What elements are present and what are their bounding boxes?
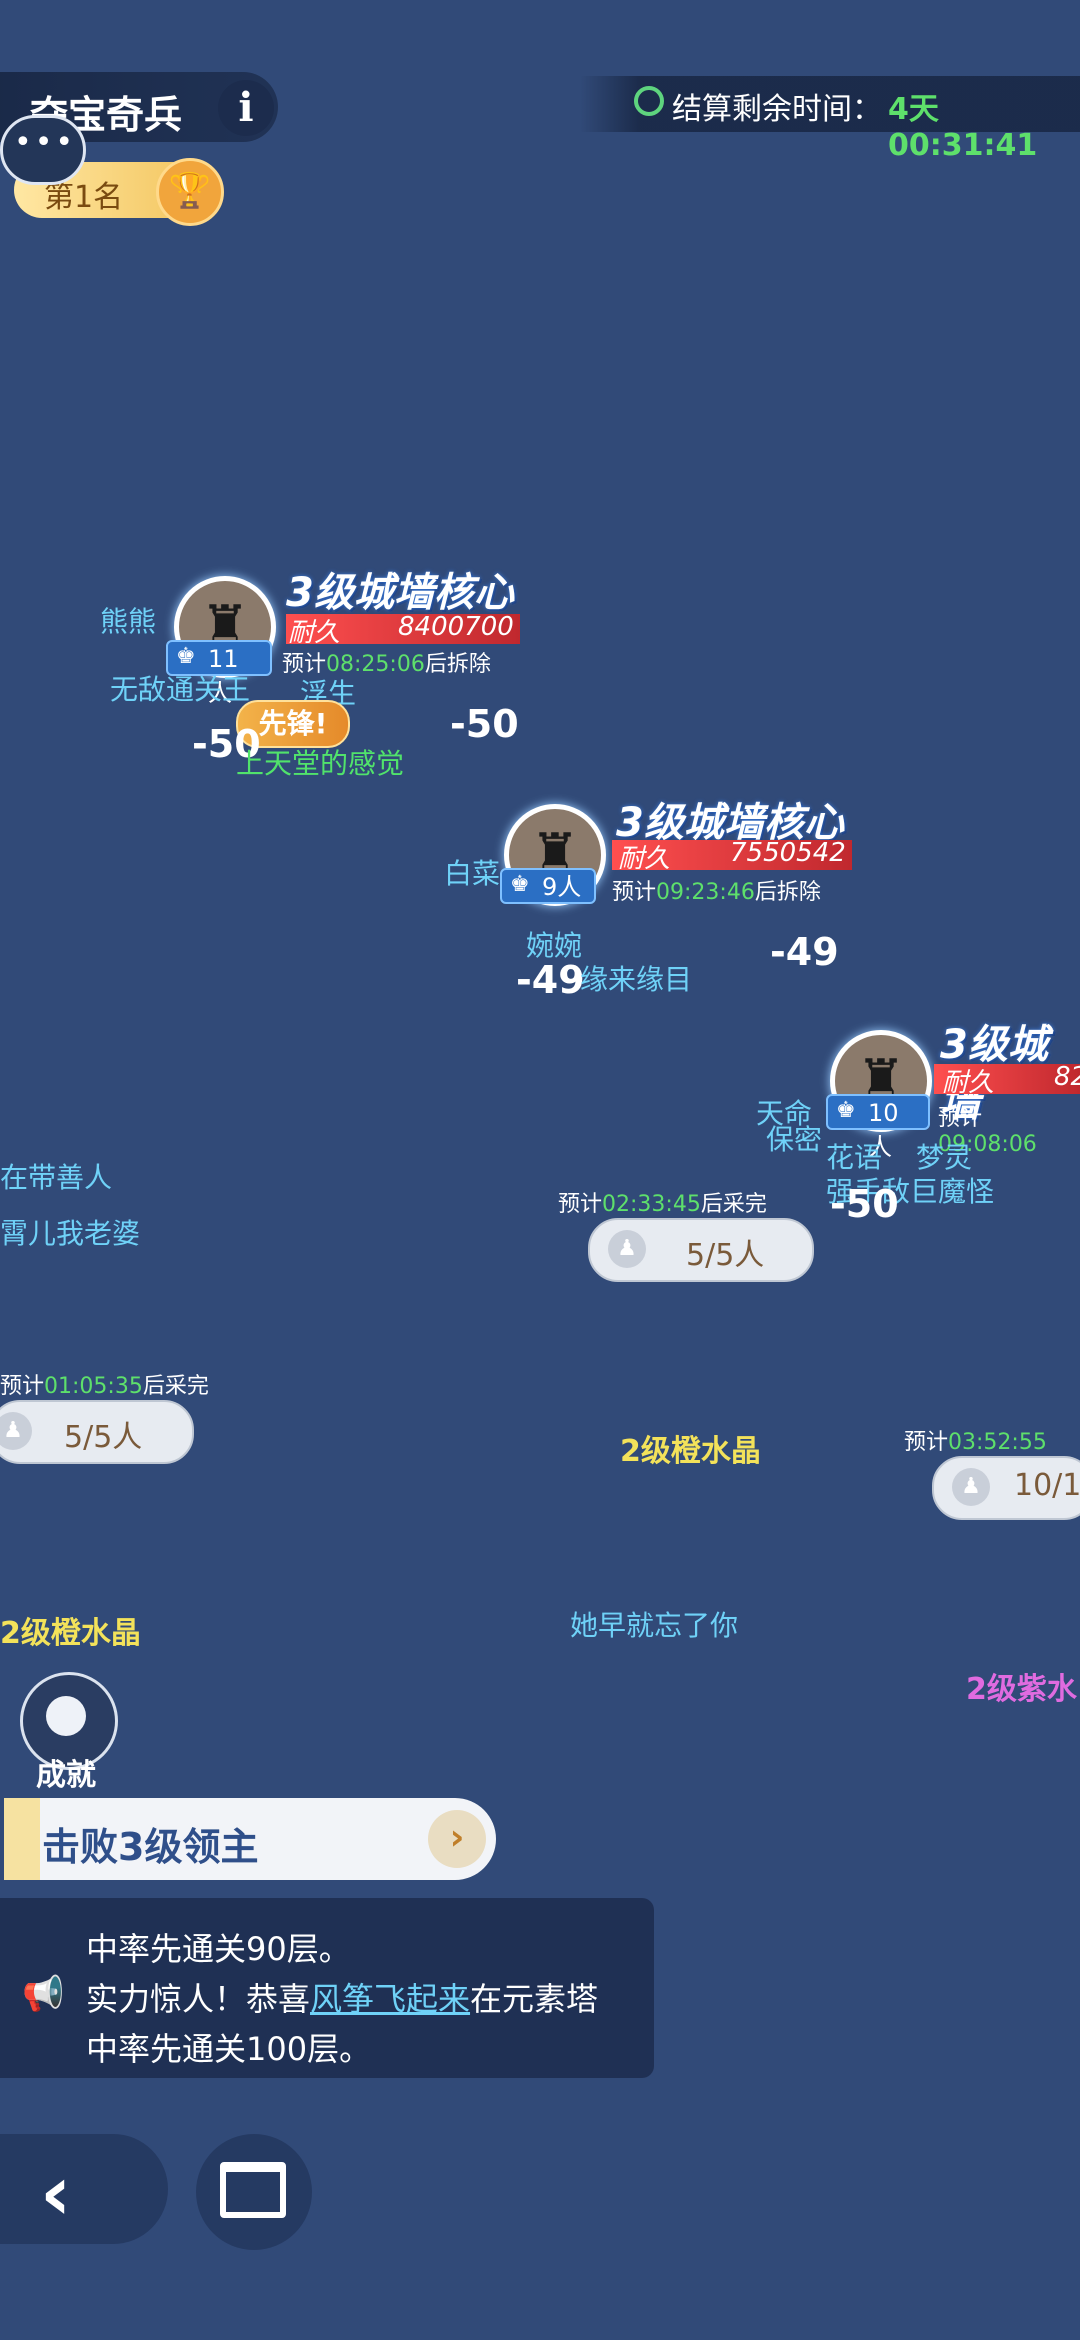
news-line: 中率先通关100层。	[86, 2030, 372, 2068]
people-count: 9人	[542, 873, 582, 901]
clock-icon	[634, 86, 664, 116]
timer-label: 结算剩余时间：	[672, 92, 882, 127]
castle-eta: 预计09:23:46后拆除	[612, 880, 821, 905]
megaphone-icon: 📢	[22, 1974, 65, 2014]
back-button[interactable]	[0, 2134, 168, 2244]
hp-value: 8400700	[398, 612, 514, 642]
player-name[interactable]: 缘来缘目	[580, 958, 692, 998]
player-name[interactable]: 上天堂的感觉	[236, 742, 404, 782]
player-name[interactable]: 白菜	[444, 852, 500, 892]
hp-value: 82	[1054, 1062, 1080, 1092]
chat-icon: •••	[14, 125, 77, 160]
news-line: 中率先通关90层。	[86, 1930, 351, 1968]
player-name[interactable]: 熊熊	[100, 600, 156, 640]
mineral-label[interactable]: 2级橙水晶	[0, 1608, 141, 1652]
news-player-link[interactable]: 风筝飞起来	[310, 1980, 470, 2018]
player-name[interactable]: 无敌通关王	[110, 668, 250, 708]
info-button[interactable]: i	[218, 80, 274, 136]
chevron-right-icon[interactable]: ›	[428, 1810, 486, 1868]
resource-count: 5/5人	[686, 1238, 765, 1273]
damage-number: -50	[450, 702, 519, 746]
news-line: 实力惊人！恭喜风筝飞起来在元素塔	[86, 1980, 599, 2018]
player-name[interactable]: 她早就忘了你	[570, 1604, 738, 1644]
people-icon: ♟	[608, 1230, 646, 1268]
hp-value: 7550542	[730, 838, 846, 868]
people-icon: ♚	[176, 644, 196, 669]
resource-eta: 预计01:05:35后采完	[0, 1374, 209, 1399]
resource-count: 5/5人	[64, 1420, 143, 1455]
castle-title: 3级城墙核心	[286, 570, 514, 616]
resource-count: 10/10	[1014, 1468, 1080, 1503]
player-name[interactable]: 在带善人	[0, 1156, 112, 1196]
medal-icon	[46, 1696, 86, 1736]
resource-eta: 预计02:33:45后采完	[558, 1192, 767, 1217]
damage-number: -49	[770, 930, 839, 974]
resource-eta: 预计03:52:55	[904, 1430, 1047, 1455]
people-icon: ♚	[510, 872, 530, 897]
hp-label: 耐久	[288, 618, 341, 648]
people-icon: ♟	[952, 1468, 990, 1506]
damage-number: -49	[516, 958, 585, 1002]
hp-label: 耐久	[942, 1068, 995, 1098]
trophy-icon: 🏆	[156, 158, 224, 226]
hp-label: 耐久	[618, 844, 671, 874]
mineral-label[interactable]: 2级紫水	[966, 1664, 1077, 1708]
damage-number: -50	[830, 1182, 899, 1226]
player-name[interactable]: 保密	[766, 1118, 822, 1158]
task-label: 击败3级领主	[42, 1825, 259, 1869]
achievement-label: 成就	[36, 1758, 96, 1793]
timer-value: 4天00:31:41	[888, 92, 1038, 163]
home-icon	[220, 2162, 286, 2218]
back-arrow-icon: ‹	[40, 2148, 72, 2237]
player-name[interactable]: 霄儿我老婆	[0, 1212, 140, 1252]
mineral-label[interactable]: 2级橙水晶	[620, 1426, 761, 1470]
people-icon: ♚	[836, 1098, 856, 1123]
